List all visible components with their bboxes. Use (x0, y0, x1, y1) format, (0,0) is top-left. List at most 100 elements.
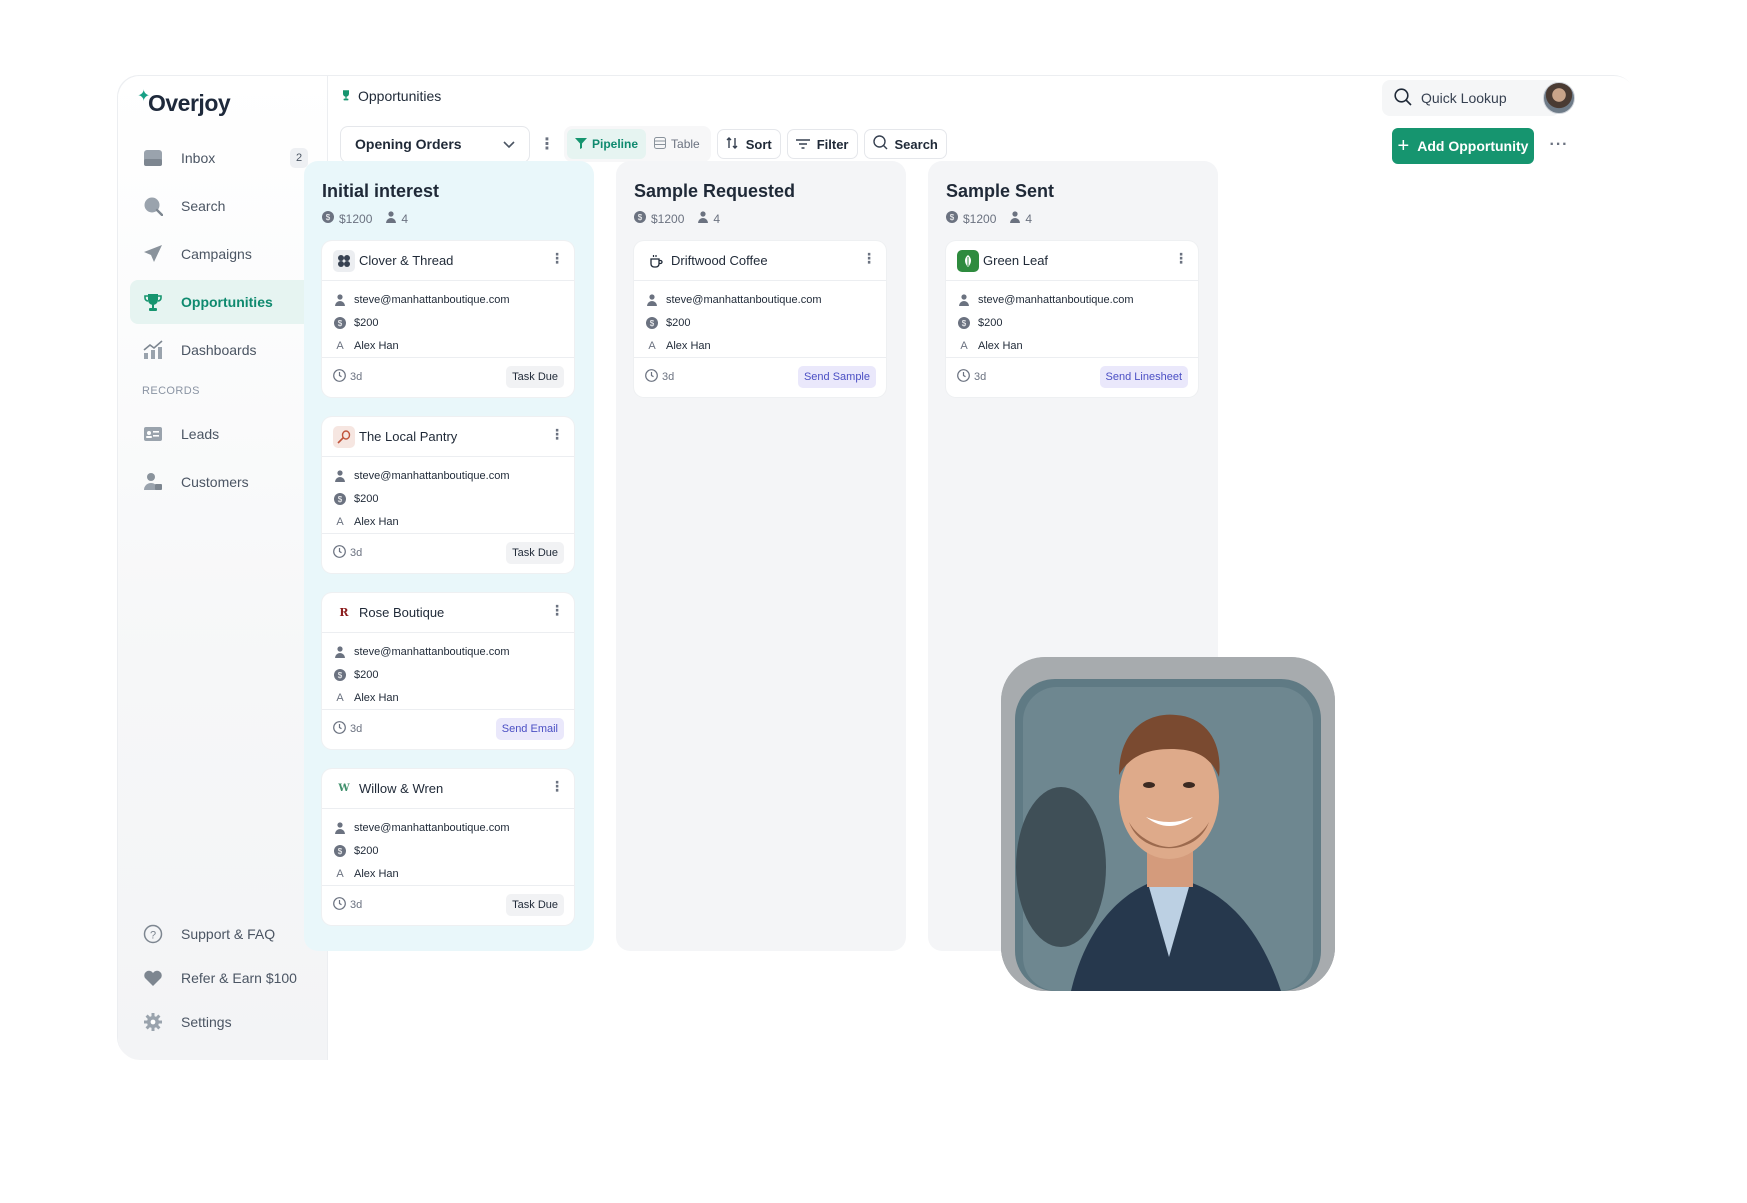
card-menu-button[interactable]: ⋮ (862, 251, 876, 265)
card-email-row: steve@manhattanboutique.com (333, 816, 574, 839)
card-value-row: $ $200 (645, 311, 886, 334)
coffee-logo-icon (645, 250, 667, 272)
chart-icon (142, 339, 164, 361)
search-icon (872, 135, 888, 153)
column-title: Initial interest (322, 181, 440, 201)
card-owner: Alex Han (666, 339, 711, 352)
board-search-button[interactable]: Search (863, 129, 947, 159)
more-options-button[interactable]: ··· (1548, 130, 1570, 160)
card-owner: Alex Han (354, 339, 399, 352)
card-header: R Rose Boutique ⋮ (322, 593, 574, 633)
card-age: 3d (333, 721, 362, 737)
rose-logo-icon: R (339, 606, 349, 619)
plus-icon: + (1397, 135, 1410, 157)
pipeline-column: Sample Requested $ $1200 4 Driftwood Cof… (616, 161, 906, 951)
customers-icon (142, 471, 164, 493)
card-value: $200 (354, 492, 379, 505)
card-action-tag[interactable]: Send Sample (797, 366, 876, 388)
trophy-icon (142, 291, 164, 313)
card-action-tag[interactable]: Task Due (506, 542, 564, 564)
card-menu-button[interactable]: ⋮ (550, 251, 564, 265)
card-footer: 3d Send Linesheet (946, 358, 1198, 396)
quick-lookup-input[interactable]: Quick Lookup (1382, 80, 1560, 116)
opportunity-card[interactable]: Green Leaf ⋮ steve@manhattanboutique.com… (946, 241, 1198, 397)
opportunity-card[interactable]: The Local Pantry ⋮ steve@manhattanboutiq… (322, 417, 574, 573)
svg-text:$: $ (650, 319, 655, 328)
card-company-name: Driftwood Coffee (671, 253, 768, 268)
saved-view-select[interactable]: Opening Orders (340, 125, 530, 163)
card-action-tag[interactable]: Task Due (506, 366, 564, 388)
card-action-tag[interactable]: Send Email (495, 718, 564, 740)
card-company-name: Clover & Thread (359, 253, 454, 268)
app-logo[interactable]: ✦ Overjoy (137, 88, 231, 117)
records-section-label: RECORDS (142, 385, 200, 397)
dollar-coin-icon: $ (333, 844, 347, 857)
opportunity-card[interactable]: W Willow & Wren ⋮ steve@manhattanboutiqu… (322, 769, 574, 925)
sidebar-item-label: Support & FAQ (181, 926, 276, 942)
card-age: 3d (333, 897, 362, 913)
sort-button[interactable]: Sort (716, 129, 781, 159)
sidebar-item-leads[interactable]: Leads (130, 412, 316, 456)
sidebar-item-label: Refer & Earn $100 (181, 970, 297, 986)
card-email: steve@manhattanboutique.com (354, 469, 510, 482)
card-details: steve@manhattanboutique.com $ $200 A Alex … (946, 281, 1198, 358)
view-pipeline-button[interactable]: Pipeline (567, 129, 647, 159)
pantry-logo-icon (333, 425, 355, 448)
sidebar-item-inbox[interactable]: Inbox 2 (130, 136, 316, 180)
owner-initial: A (336, 867, 344, 880)
card-menu-button[interactable]: ⋮ (1174, 251, 1188, 265)
table-icon (654, 136, 667, 152)
card-age: 3d (333, 369, 362, 385)
card-owner-row: A Alex Han (645, 334, 886, 357)
view-switcher: Pipeline Table (564, 126, 711, 162)
card-action-tag[interactable]: Send Linesheet (1099, 366, 1188, 388)
help-icon: ? (142, 923, 164, 945)
card-email: steve@manhattanboutique.com (354, 293, 510, 306)
card-age: 3d (333, 545, 362, 561)
add-opportunity-button[interactable]: + Add Opportunity (1392, 128, 1534, 164)
sidebar-item-support[interactable]: ? Support & FAQ (130, 914, 316, 954)
card-action-tag[interactable]: Task Due (506, 894, 564, 916)
card-menu-button[interactable]: ⋮ (550, 603, 564, 617)
sidebar-item-label: Leads (181, 426, 220, 442)
opportunity-card[interactable]: R Rose Boutique ⋮ steve@manhattanboutiqu… (322, 593, 574, 749)
person-icon (333, 469, 347, 482)
svg-text:$: $ (338, 847, 343, 856)
sidebar-item-dashboards[interactable]: Dashboards (130, 328, 316, 372)
card-value-row: $ $200 (333, 311, 574, 334)
card-age-value: 3d (350, 899, 363, 911)
sidebar-item-search[interactable]: Search (130, 184, 316, 228)
sort-icon (726, 136, 739, 152)
filter-button[interactable]: Filter (786, 129, 858, 159)
sidebar-item-campaigns[interactable]: Campaigns (130, 232, 316, 276)
view-options-button[interactable]: ⋮ (534, 126, 560, 162)
owner-initial: A (336, 339, 344, 352)
card-age-value: 3d (350, 723, 363, 735)
card-owner: Alex Han (354, 867, 399, 880)
card-header: Driftwood Coffee ⋮ (634, 241, 886, 281)
card-menu-button[interactable]: ⋮ (550, 427, 564, 441)
sidebar-item-customers[interactable]: Customers (130, 460, 316, 504)
person-icon (645, 293, 659, 306)
card-menu-button[interactable]: ⋮ (550, 779, 564, 793)
dollar-coin-icon: $ (946, 211, 958, 226)
sidebar-item-settings[interactable]: Settings (130, 1002, 316, 1042)
dollar-coin-icon: $ (333, 492, 347, 505)
card-owner-row: A Alex Han (333, 862, 574, 885)
card-owner-row: A Alex Han (333, 510, 574, 533)
card-email-row: steve@manhattanboutique.com (333, 288, 574, 311)
view-table-button[interactable]: Table (646, 129, 708, 159)
sidebar: ✦ Overjoy Inbox 2 Search Campaigns Oppor… (118, 76, 328, 1060)
sidebar-item-opportunities[interactable]: Opportunities (130, 280, 316, 324)
toolbar: Opening Orders ⋮ Pipeline Table Sort Fil… (340, 124, 947, 164)
user-avatar[interactable] (1543, 82, 1575, 114)
opportunity-card[interactable]: Driftwood Coffee ⋮ steve@manhattanboutiq… (634, 241, 886, 397)
sidebar-item-label: Customers (181, 474, 249, 490)
column-count: 4 (401, 211, 409, 226)
search-icon (142, 195, 164, 217)
sidebar-item-refer[interactable]: Refer & Earn $100 (130, 958, 316, 998)
card-owner-row: A Alex Han (333, 334, 574, 357)
view-table-label: Table (671, 137, 700, 151)
portrait-illustration (1001, 657, 1335, 991)
opportunity-card[interactable]: Clover & Thread ⋮ steve@manhattanboutiqu… (322, 241, 574, 397)
